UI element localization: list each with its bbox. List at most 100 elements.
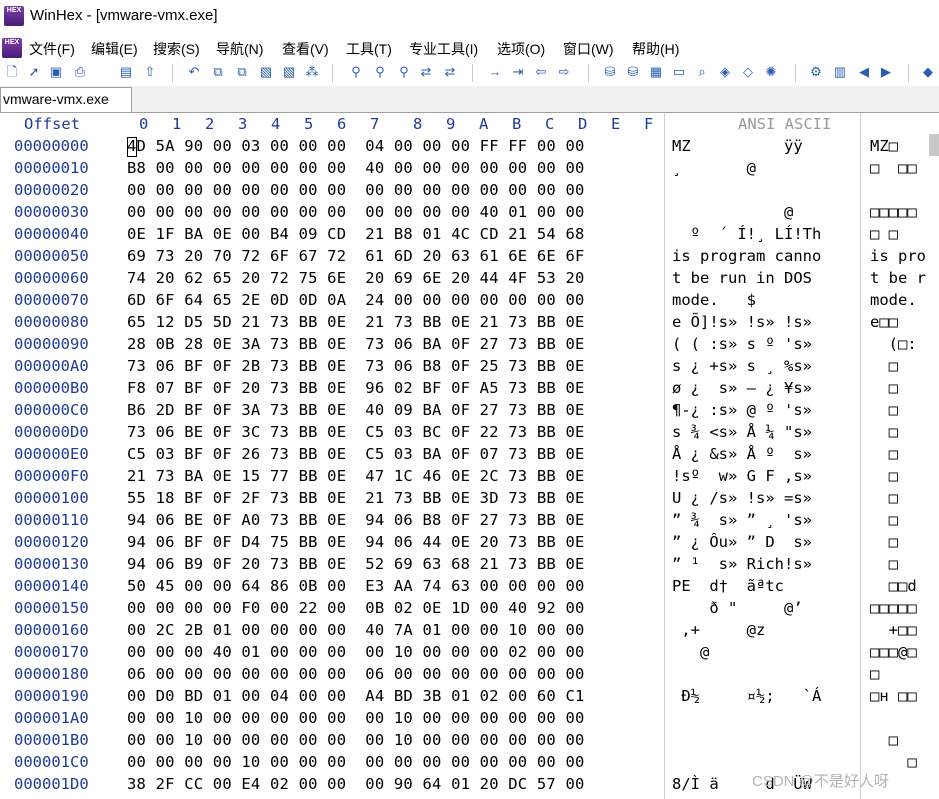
ascii-text[interactable]: mode. [870,289,917,311]
menu-tools[interactable]: 工具(T) [346,39,392,59]
ascii-text[interactable]: □ [870,531,898,553]
hex-bytes[interactable]: 00 00 00 00 F0 00 22 00 0B 02 0E 1D 00 4… [127,597,585,619]
ansi-text[interactable]: ( ( :s» s º 's» [672,333,821,355]
new-icon[interactable]: 🗋 [4,64,20,80]
ansi-text[interactable]: mode. $ [672,289,821,311]
hash-icon[interactable]: ✺ [763,64,779,80]
hex-bytes[interactable]: 55 18 BF 0F 2F 73 BB 0E 21 73 BB 0E 3D 7… [127,487,585,509]
ansi-text[interactable]: ” ¾ s» ” ¸ 's» [672,509,821,531]
copy-block-icon[interactable]: ⧉ [234,64,250,80]
ascii-text[interactable]: □н □□ [870,685,917,707]
hex-bytes[interactable]: 94 06 B9 0F 20 73 BB 0E 52 69 63 68 21 7… [127,553,585,575]
menu-window[interactable]: 窗口(W) [563,39,614,59]
ascii-text[interactable]: e□□ [870,311,898,333]
open-disk-icon[interactable]: ⛁ [625,64,641,80]
ansi-text[interactable]: t be run in DOS [672,267,821,289]
ascii-text[interactable]: is pro [870,245,926,267]
hex-bytes[interactable]: 74 20 62 65 20 72 75 6E 20 69 6E 20 44 4… [127,267,585,289]
hex-bytes[interactable]: 4D 5A 90 00 03 00 00 00 04 00 00 00 FF F… [127,135,585,157]
ascii-text[interactable]: □ □ [870,223,898,245]
ascii-text[interactable]: □ [870,487,898,509]
hex-bytes[interactable]: 00 2C 2B 01 00 00 00 00 40 7A 01 00 00 1… [127,619,585,641]
ascii-text[interactable]: □ [870,443,898,465]
back-icon[interactable]: ⇦ [533,64,549,80]
ascii-text[interactable]: □ [870,465,898,487]
ascii-text[interactable]: □□□□□ [870,597,917,619]
calculator-icon[interactable]: ▭ [671,64,687,80]
paste-icon[interactable]: ▧ [258,64,274,80]
menu-options[interactable]: 选项(O) [497,39,545,59]
paste-block-icon[interactable]: ▧ [281,64,297,80]
hex-bytes[interactable]: 00 00 00 00 00 00 00 00 00 00 00 00 00 0… [127,179,585,201]
ansi-text[interactable]: @ [672,641,821,663]
open-icon[interactable]: ➚ [26,64,42,80]
find-text-icon[interactable]: ⚲ [372,64,388,80]
hex-bytes[interactable]: 00 00 10 00 00 00 00 00 00 10 00 00 00 0… [127,707,585,729]
ansi-text[interactable]: ¸ @ [672,157,821,179]
document-menu-icon[interactable]: HEX [2,38,22,58]
ascii-text[interactable]: □□d [870,575,917,597]
copy-icon[interactable]: ⧉ [210,64,226,80]
hex-bytes[interactable]: 69 73 20 70 72 6F 67 72 61 6D 20 63 61 6… [127,245,585,267]
ascii-text[interactable]: □ [870,509,898,531]
menu-search[interactable]: 搜索(S) [153,39,200,59]
ascii-text[interactable]: □□□□□ [870,201,917,223]
menu-professional-tools[interactable]: 专业工具(I) [409,39,478,59]
find-hex-icon[interactable]: ⚲ [396,64,412,80]
hex-bytes[interactable]: 73 06 BF 0F 2B 73 BB 0E 73 06 B8 0F 25 7… [127,355,585,377]
ansi-text[interactable]: U ¿ /s» !s» =s» [672,487,821,509]
menu-file[interactable]: 文件(F) [29,39,75,59]
hex-bytes[interactable]: 65 12 D5 5D 21 73 BB 0E 21 73 BB 0E 21 7… [127,311,585,333]
ascii-text[interactable]: □□□@□ [870,641,917,663]
ram-icon[interactable]: ▦ [648,64,664,80]
hex-bytes[interactable]: B8 00 00 00 00 00 00 00 40 00 00 00 00 0… [127,157,585,179]
disk-icon[interactable]: ⛁ [602,64,618,80]
ansi-text[interactable]: ” ¿ Ôu» ” D s» [672,531,821,553]
print-icon[interactable]: ⎙ [72,64,88,80]
ansi-text[interactable]: !sº w» G F ,s» [672,465,821,487]
ascii-text[interactable]: □ [870,553,898,575]
hex-bytes[interactable]: 00 00 00 00 10 00 00 00 00 00 00 00 00 0… [127,751,585,773]
go-to-icon[interactable]: → [487,64,503,80]
ascii-text[interactable]: □ [870,377,898,399]
ansi-text[interactable]: ¶-¿ :s» @ º 's» [672,399,821,421]
ansi-text[interactable]: º ´ Í!¸ LÍ!Th [672,223,822,245]
ascii-text[interactable]: +□□ [870,619,917,641]
position-icon[interactable]: ◇ [740,64,756,80]
next-window-icon[interactable]: ▶ [878,64,894,80]
menu-edit[interactable]: 编辑(E) [91,39,138,59]
hex-bytes[interactable]: C5 03 BF 0F 26 73 BB 0E C5 03 BA 0F 07 7… [127,443,585,465]
book-icon[interactable]: ◆ [920,64,936,80]
ascii-text[interactable]: □ [870,421,898,443]
ansi-text[interactable]: e Õ]!s» !s» !s» [672,311,821,333]
ansi-text[interactable]: s ¾ <s» Å ¼ "s» [672,421,821,443]
hex-bytes[interactable]: 6D 6F 64 65 2E 0D 0D 0A 24 00 00 00 00 0… [127,289,585,311]
hex-bytes[interactable]: 00 00 10 00 00 00 00 00 00 10 00 00 00 0… [127,729,585,751]
go-to-offset-icon[interactable]: ⇥ [510,64,526,80]
hex-bytes[interactable]: 73 06 BE 0F 3C 73 BB 0E C5 03 BC 0F 22 7… [127,421,585,443]
ansi-text[interactable]: PE d† ãªtc [672,575,821,597]
menu-navigation[interactable]: 导航(N) [216,39,263,59]
ansi-text[interactable]: s ¿ +s» s ¸ %s» [672,355,821,377]
ascii-text[interactable]: MZ□ [870,135,898,157]
hex-bytes[interactable]: 06 00 00 00 00 00 00 00 06 00 00 00 00 0… [127,663,585,685]
zoom-icon[interactable]: ⌕ [694,64,710,80]
ansi-text[interactable]: ,+ @z [672,619,821,641]
hex-bytes[interactable]: 00 D0 BD 01 00 04 00 00 A4 BD 3B 01 02 0… [127,685,585,707]
hex-bytes[interactable]: 94 06 BE 0F A0 73 BB 0E 94 06 B8 0F 27 7… [127,509,585,531]
ansi-text[interactable]: @ [672,201,821,223]
view-icon[interactable]: ▥ [832,64,848,80]
hex-bytes[interactable]: 21 73 BA 0E 15 77 BB 0E 47 1C 46 0E 2C 7… [127,465,585,487]
hex-bytes[interactable]: 00 00 00 00 00 00 00 00 00 00 00 00 40 0… [127,201,585,223]
ascii-text[interactable]: □ □□ [870,157,917,179]
ascii-text[interactable]: □ [870,663,879,685]
forward-icon[interactable]: ⇨ [556,64,572,80]
ansi-text[interactable]: ð " @’ [672,597,812,619]
ansi-text[interactable]: Ð½ ¤½; `Á [672,685,821,707]
write-hex-icon[interactable]: ⁂ [304,64,320,80]
options-icon[interactable]: ⚙ [808,64,824,80]
properties-icon[interactable]: ▤ [118,64,134,80]
hex-bytes[interactable]: 00 00 00 40 01 00 00 00 00 10 00 00 00 0… [127,641,585,663]
menu-help[interactable]: 帮助(H) [632,39,679,59]
ascii-text[interactable]: t be r [870,267,926,289]
